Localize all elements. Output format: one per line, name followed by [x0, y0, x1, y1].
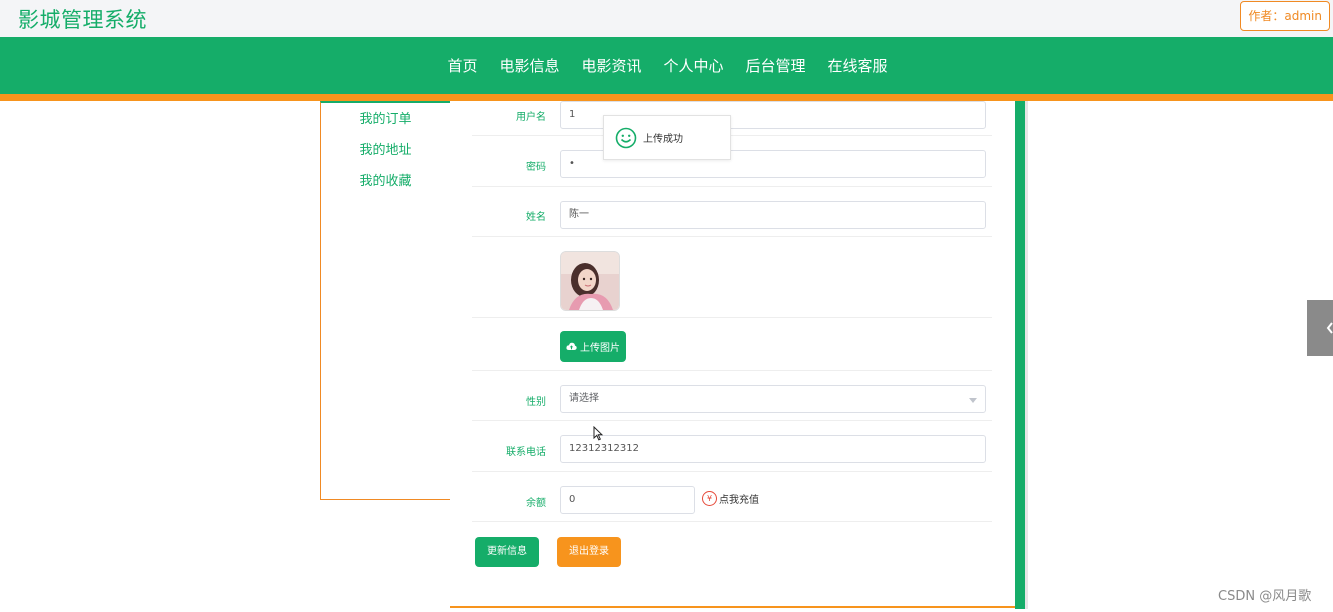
- nav-item-admin[interactable]: 后台管理: [746, 55, 806, 76]
- toast-message: 上传成功: [643, 134, 683, 145]
- upload-row: [472, 318, 992, 371]
- phone-label: 联系电话: [506, 447, 546, 458]
- logout-button[interactable]: 退出登录: [557, 537, 621, 567]
- nav-item-movie-info[interactable]: 电影信息: [499, 55, 559, 76]
- nav-item-personal-center[interactable]: 个人中心: [664, 55, 724, 76]
- gender-select[interactable]: 请选择: [560, 385, 986, 413]
- cloud-upload-icon: [566, 342, 577, 350]
- dropdown-arrow-icon: [969, 398, 977, 403]
- name-label: 姓名: [526, 212, 546, 223]
- phone-row: 联系电话 12312312312: [472, 421, 992, 472]
- main-navbar: 首页 电影信息 电影资讯 个人中心 后台管理 在线客服: [0, 37, 1333, 101]
- nav-item-customer-service[interactable]: 在线客服: [828, 55, 888, 76]
- top-bar: 影城管理系统 作者：admin: [0, 0, 1333, 37]
- avatar-image: [561, 252, 619, 310]
- recharge-label: 点我充值: [719, 495, 759, 506]
- sidebar-item-address[interactable]: 我的地址: [321, 135, 450, 166]
- yen-icon: ¥: [702, 491, 717, 506]
- sidebar: 我的订单 我的地址 我的收藏: [320, 101, 451, 500]
- upload-image-button[interactable]: 上传图片: [560, 331, 626, 362]
- site-title: 影城管理系统: [18, 8, 147, 32]
- gender-row: 性别 请选择: [472, 371, 992, 421]
- gender-select-placeholder: 请选择: [569, 393, 599, 404]
- side-collapse-tab[interactable]: [1307, 300, 1333, 356]
- upload-success-toast: 上传成功: [603, 115, 731, 160]
- name-input[interactable]: 陈一: [560, 201, 986, 229]
- mouse-cursor-icon: [593, 425, 604, 445]
- nav-list: 首页 电影信息 电影资讯 个人中心 后台管理 在线客服: [0, 37, 1333, 94]
- update-info-button[interactable]: 更新信息: [475, 537, 539, 567]
- panel-side-stripe: [1015, 101, 1028, 609]
- watermark: CSDN @风月歌: [1218, 589, 1312, 604]
- balance-input[interactable]: 0: [560, 486, 695, 514]
- username-label: 用户名: [516, 112, 546, 123]
- username-row: 用户名 1: [472, 101, 992, 136]
- password-label: 密码: [526, 162, 546, 173]
- gender-label: 性别: [526, 397, 546, 408]
- phone-input[interactable]: 12312312312: [560, 435, 986, 463]
- nav-item-movie-news[interactable]: 电影资讯: [581, 55, 641, 76]
- password-row: 密码 •: [472, 136, 992, 187]
- author-badge[interactable]: 作者：admin: [1240, 1, 1330, 31]
- avatar: [560, 251, 620, 311]
- chevron-left-icon: [1326, 322, 1333, 334]
- balance-label: 余额: [526, 498, 546, 509]
- name-row: 姓名 陈一: [472, 187, 992, 237]
- sidebar-item-favorites[interactable]: 我的收藏: [321, 166, 450, 197]
- upload-button-label: 上传图片: [580, 343, 620, 354]
- nav-item-home[interactable]: 首页: [447, 55, 477, 76]
- smile-icon: [615, 127, 637, 148]
- recharge-link[interactable]: ¥ 点我充值: [702, 491, 759, 506]
- avatar-row: [472, 237, 992, 318]
- sidebar-item-orders[interactable]: 我的订单: [321, 104, 450, 135]
